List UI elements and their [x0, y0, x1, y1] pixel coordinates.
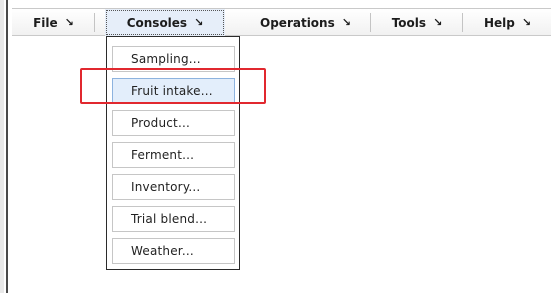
menu-file-label: File [33, 15, 58, 30]
menu-item-sampling[interactable]: Sampling... [112, 46, 235, 72]
window-frame-edge [0, 0, 4, 293]
menu-help[interactable]: Help ↘ [463, 9, 551, 36]
menu-item-fruit-intake[interactable]: Fruit intake... [112, 78, 235, 104]
menu-help-label: Help [483, 15, 515, 30]
menu-bar: File ↘ Consoles ↘ Operations ↘ Tools ↘ H… [12, 8, 551, 36]
menu-tools-label: Tools [391, 15, 427, 30]
chevron-down-icon: ↘ [433, 16, 443, 29]
menu-item-ferment[interactable]: Ferment... [112, 142, 235, 168]
menu-item-weather[interactable]: Weather... [112, 238, 235, 264]
menu-separator [94, 13, 95, 32]
menu-consoles-label: Consoles [126, 15, 188, 30]
menu-item-product[interactable]: Product... [112, 110, 235, 136]
menu-tools[interactable]: Tools ↘ [371, 9, 463, 36]
chevron-down-icon: ↘ [194, 16, 204, 29]
window-frame-border [6, 0, 8, 293]
menu-file[interactable]: File ↘ [12, 9, 95, 36]
chevron-down-icon: ↘ [521, 16, 532, 29]
menu-item-trial-blend[interactable]: Trial blend... [112, 206, 235, 232]
app-window: File ↘ Consoles ↘ Operations ↘ Tools ↘ H… [0, 0, 551, 293]
menu-operations-label: Operations [260, 15, 335, 30]
consoles-dropdown-menu: Sampling... Fruit intake... Product... F… [106, 36, 240, 270]
chevron-down-icon: ↘ [64, 16, 74, 29]
menu-operations[interactable]: Operations ↘ [240, 9, 371, 36]
menu-item-inventory[interactable]: Inventory... [112, 174, 235, 200]
chevron-down-icon: ↘ [341, 16, 351, 29]
menu-consoles[interactable]: Consoles ↘ [105, 9, 225, 36]
